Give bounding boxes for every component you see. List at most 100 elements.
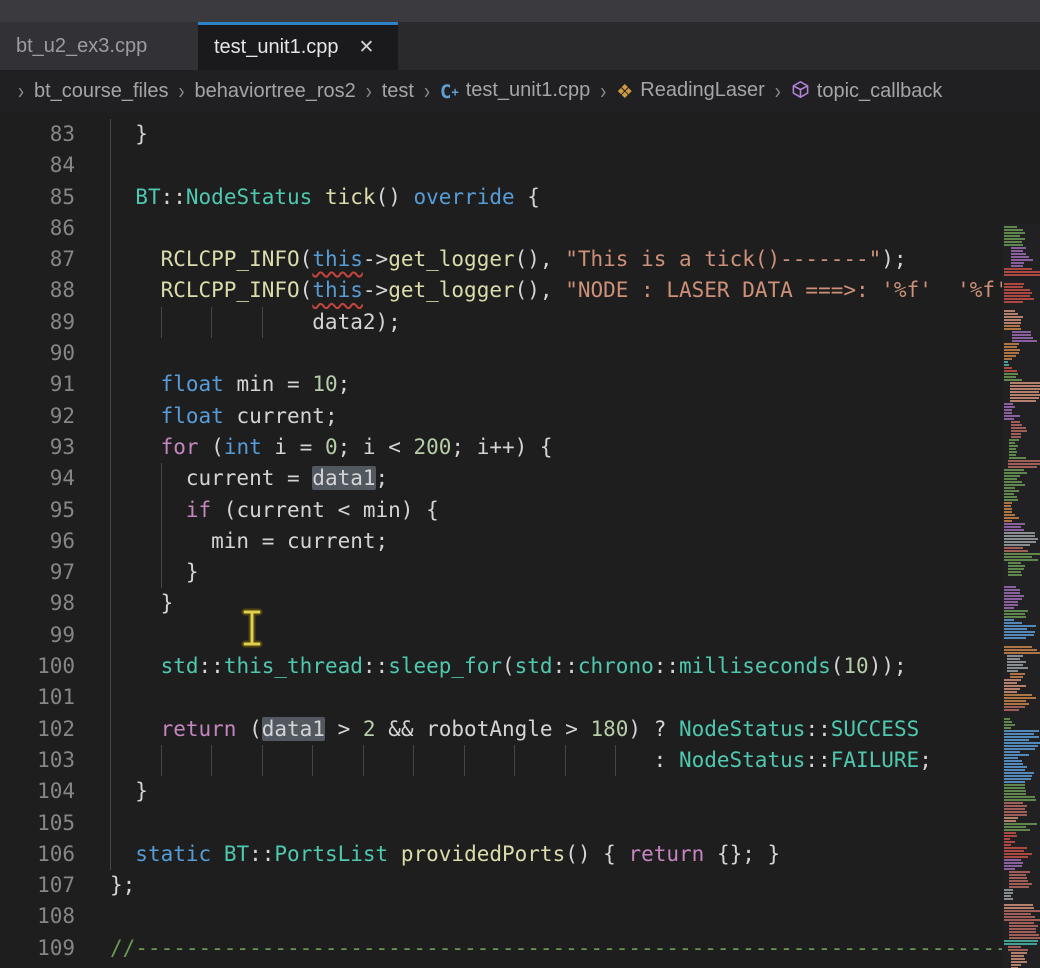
minimap-mark bbox=[1004, 751, 1020, 753]
minimap-mark bbox=[1004, 916, 1035, 918]
minimap-mark bbox=[1004, 841, 1015, 843]
minimap-mark bbox=[1008, 574, 1022, 576]
minimap-mark bbox=[1009, 928, 1036, 930]
breadcrumb-item-behaviortree_ros2[interactable]: behaviortree_ros2 bbox=[195, 80, 356, 103]
line-number: 94 bbox=[0, 463, 110, 494]
minimap-mark bbox=[1004, 526, 1021, 528]
code-line-90[interactable]: 90 bbox=[0, 338, 1002, 369]
code-line-83[interactable]: 83 } bbox=[0, 119, 1002, 150]
line-content: } bbox=[110, 119, 148, 150]
line-content: } bbox=[110, 557, 199, 588]
minimap-mark bbox=[1011, 247, 1026, 249]
minimap-mark bbox=[1004, 598, 1022, 600]
code-line-95[interactable]: 95 if (current < min) { bbox=[0, 495, 1002, 526]
code-line-92[interactable]: 92 float current; bbox=[0, 401, 1002, 432]
minimap-mark bbox=[1004, 541, 1036, 543]
code-line-85[interactable]: 85 BT::NodeStatus tick() override { bbox=[0, 182, 1002, 213]
line-content: min = current; bbox=[110, 526, 388, 557]
breadcrumb-item-topic_callback[interactable]: topic_callback bbox=[791, 80, 943, 103]
minimap-mark bbox=[1004, 844, 1011, 846]
line-number: 85 bbox=[0, 182, 110, 213]
minimap-mark bbox=[1009, 445, 1018, 447]
minimap-mark bbox=[1004, 478, 1017, 480]
line-number: 92 bbox=[0, 401, 110, 432]
code-line-86[interactable]: 86 bbox=[0, 213, 1002, 244]
tab-bt_u2_ex3[interactable]: bt_u2_ex3.cpp bbox=[0, 22, 198, 70]
minimap-mark bbox=[1010, 391, 1039, 393]
minimap-mark bbox=[1011, 265, 1023, 267]
minimap-mark bbox=[1004, 355, 1016, 357]
minimap-mark bbox=[1004, 706, 1025, 708]
code-line-84[interactable]: 84 bbox=[0, 150, 1002, 181]
line-content: RCLCPP_INFO(this->get_logger(), "NODE : … bbox=[110, 275, 1002, 306]
minimap-mark bbox=[1004, 325, 1020, 327]
indent-guide bbox=[110, 808, 111, 839]
minimap-mark bbox=[1008, 946, 1021, 948]
minimap-mark bbox=[1004, 604, 1018, 606]
chevron-right-icon: › bbox=[366, 77, 372, 104]
code-line-87[interactable]: 87 RCLCPP_INFO(this->get_logger(), "This… bbox=[0, 244, 1002, 275]
code-line-88[interactable]: 88 RCLCPP_INFO(this->get_logger(), "NODE… bbox=[0, 275, 1002, 306]
code-line-91[interactable]: 91 float min = 10; bbox=[0, 369, 1002, 400]
code-area[interactable]: 83 }8485 BT::NodeStatus tick() override … bbox=[0, 119, 1002, 964]
code-line-102[interactable]: 102 return (data1 > 2 && robotAngle > 18… bbox=[0, 714, 1002, 745]
code-line-96[interactable]: 96 min = current; bbox=[0, 526, 1002, 557]
code-line-97[interactable]: 97 } bbox=[0, 557, 1002, 588]
code-line-93[interactable]: 93 for (int i = 0; i < 200; i++) { bbox=[0, 432, 1002, 463]
code-line-108[interactable]: 108 bbox=[0, 901, 1002, 932]
line-number: 105 bbox=[0, 808, 110, 839]
code-line-100[interactable]: 100 std::this_thread::sleep_for(std::chr… bbox=[0, 651, 1002, 682]
minimap-mark bbox=[1004, 910, 1040, 912]
minimap-mark bbox=[1004, 685, 1026, 687]
minimap-mark bbox=[1008, 571, 1021, 573]
code-line-99[interactable]: 99 bbox=[0, 620, 1002, 651]
minimap-mark bbox=[1004, 538, 1038, 540]
minimap-mark bbox=[1004, 607, 1014, 609]
code-line-109[interactable]: 109//-----------------------------------… bbox=[0, 933, 1002, 964]
minimap-mark bbox=[1004, 862, 1023, 864]
code-line-101[interactable]: 101 bbox=[0, 682, 1002, 713]
minimap-mark bbox=[1007, 664, 1023, 666]
line-number: 99 bbox=[0, 620, 110, 651]
line-number: 102 bbox=[0, 714, 110, 745]
minimap-mark bbox=[1004, 484, 1025, 486]
code-line-104[interactable]: 104 } bbox=[0, 776, 1002, 807]
minimap-mark bbox=[1004, 793, 1026, 795]
code-line-98[interactable]: 98 } bbox=[0, 588, 1002, 619]
minimap-mark bbox=[1004, 292, 1032, 294]
minimap-mark bbox=[1004, 412, 1012, 414]
line-number: 106 bbox=[0, 839, 110, 870]
code-editor[interactable]: 83 }8485 BT::NodeStatus tick() override … bbox=[0, 112, 1040, 968]
minimap-mark bbox=[1010, 388, 1040, 390]
minimap-mark bbox=[1004, 316, 1023, 318]
minimap-mark bbox=[1004, 613, 1025, 615]
minimap[interactable] bbox=[1003, 224, 1040, 968]
code-line-107[interactable]: 107}; bbox=[0, 870, 1002, 901]
line-number: 101 bbox=[0, 682, 110, 713]
minimap-mark bbox=[1004, 838, 1010, 840]
vscode-window: bt_u2_ex3.cpp test_unit1.cpp ✕ › bt_cours… bbox=[0, 0, 1040, 968]
minimap-mark bbox=[1004, 553, 1040, 555]
breadcrumb-item-test[interactable]: test bbox=[382, 80, 414, 103]
minimap-mark bbox=[1011, 250, 1023, 252]
breadcrumb-item-test_unit1.cpp[interactable]: C+test_unit1.cpp bbox=[440, 79, 590, 103]
minimap-mark bbox=[1009, 454, 1016, 456]
breadcrumb-item-readinglaser[interactable]: ❖ReadingLaser bbox=[616, 79, 765, 104]
minimap-mark bbox=[1009, 883, 1032, 885]
minimap-mark bbox=[1010, 676, 1023, 678]
minimap-mark bbox=[1004, 505, 1011, 507]
line-content: data2); bbox=[110, 307, 401, 338]
minimap-mark bbox=[1012, 340, 1037, 342]
code-line-103[interactable]: 103 : NodeStatus::FAILURE; bbox=[0, 745, 1002, 776]
breadcrumb-item-bt_course_files[interactable]: bt_course_files bbox=[34, 80, 169, 103]
close-icon[interactable]: ✕ bbox=[359, 38, 375, 57]
code-line-94[interactable]: 94 current = data1; bbox=[0, 463, 1002, 494]
minimap-mark bbox=[1004, 682, 1017, 684]
indent-guide bbox=[110, 338, 111, 369]
minimap-mark bbox=[1004, 805, 1027, 807]
minimap-mark bbox=[1004, 748, 1035, 750]
tab-test_unit1[interactable]: test_unit1.cpp ✕ bbox=[198, 22, 398, 70]
code-line-89[interactable]: 89 data2); bbox=[0, 307, 1002, 338]
code-line-106[interactable]: 106 static BT::PortsList providedPorts()… bbox=[0, 839, 1002, 870]
code-line-105[interactable]: 105 bbox=[0, 808, 1002, 839]
